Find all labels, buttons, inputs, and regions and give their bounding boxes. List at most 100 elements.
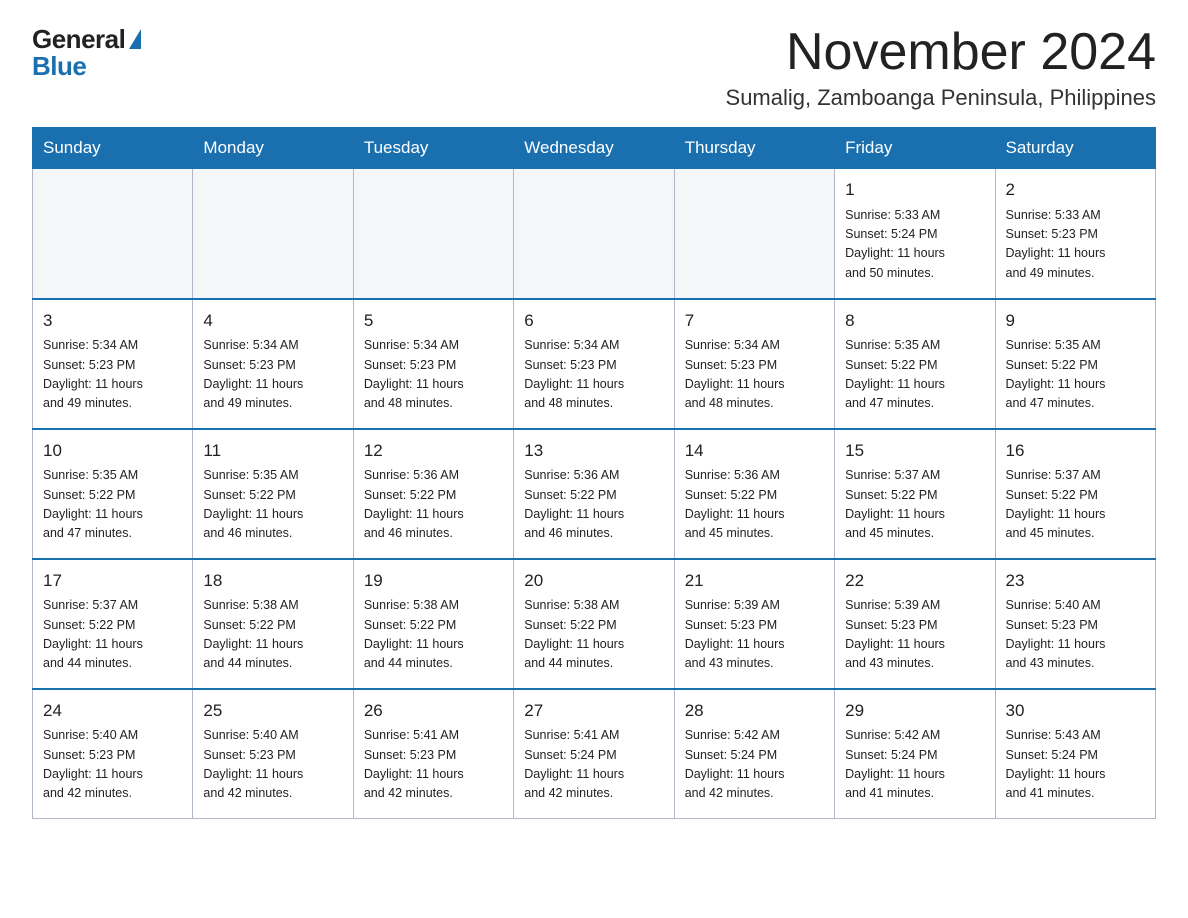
calendar-cell: 18Sunrise: 5:38 AM Sunset: 5:22 PM Dayli… (193, 559, 353, 689)
weekday-header-sunday: Sunday (33, 128, 193, 169)
day-info: Sunrise: 5:37 AM Sunset: 5:22 PM Dayligh… (1006, 466, 1145, 544)
calendar-cell: 8Sunrise: 5:35 AM Sunset: 5:22 PM Daylig… (835, 299, 995, 429)
day-number: 25 (203, 698, 342, 724)
day-info: Sunrise: 5:41 AM Sunset: 5:23 PM Dayligh… (364, 726, 503, 804)
day-number: 26 (364, 698, 503, 724)
calendar-table: SundayMondayTuesdayWednesdayThursdayFrid… (32, 127, 1156, 819)
day-info: Sunrise: 5:38 AM Sunset: 5:22 PM Dayligh… (203, 596, 342, 674)
logo: General Blue (32, 24, 141, 82)
day-info: Sunrise: 5:36 AM Sunset: 5:22 PM Dayligh… (685, 466, 824, 544)
weekday-header-tuesday: Tuesday (353, 128, 513, 169)
day-number: 7 (685, 308, 824, 334)
calendar-cell: 11Sunrise: 5:35 AM Sunset: 5:22 PM Dayli… (193, 429, 353, 559)
day-number: 4 (203, 308, 342, 334)
day-number: 17 (43, 568, 182, 594)
day-info: Sunrise: 5:43 AM Sunset: 5:24 PM Dayligh… (1006, 726, 1145, 804)
calendar-week-row: 3Sunrise: 5:34 AM Sunset: 5:23 PM Daylig… (33, 299, 1156, 429)
calendar-cell: 13Sunrise: 5:36 AM Sunset: 5:22 PM Dayli… (514, 429, 674, 559)
day-info: Sunrise: 5:34 AM Sunset: 5:23 PM Dayligh… (43, 336, 182, 414)
weekday-header-saturday: Saturday (995, 128, 1155, 169)
calendar-week-row: 24Sunrise: 5:40 AM Sunset: 5:23 PM Dayli… (33, 689, 1156, 819)
calendar-cell: 17Sunrise: 5:37 AM Sunset: 5:22 PM Dayli… (33, 559, 193, 689)
calendar-cell: 30Sunrise: 5:43 AM Sunset: 5:24 PM Dayli… (995, 689, 1155, 819)
day-info: Sunrise: 5:42 AM Sunset: 5:24 PM Dayligh… (845, 726, 984, 804)
day-number: 19 (364, 568, 503, 594)
day-number: 8 (845, 308, 984, 334)
calendar-cell: 28Sunrise: 5:42 AM Sunset: 5:24 PM Dayli… (674, 689, 834, 819)
weekday-header-friday: Friday (835, 128, 995, 169)
day-info: Sunrise: 5:34 AM Sunset: 5:23 PM Dayligh… (524, 336, 663, 414)
day-info: Sunrise: 5:33 AM Sunset: 5:24 PM Dayligh… (845, 206, 984, 284)
day-info: Sunrise: 5:34 AM Sunset: 5:23 PM Dayligh… (685, 336, 824, 414)
day-number: 13 (524, 438, 663, 464)
day-info: Sunrise: 5:38 AM Sunset: 5:22 PM Dayligh… (364, 596, 503, 674)
page-header: General Blue November 2024 Sumalig, Zamb… (32, 24, 1156, 111)
calendar-cell: 15Sunrise: 5:37 AM Sunset: 5:22 PM Dayli… (835, 429, 995, 559)
day-number: 15 (845, 438, 984, 464)
day-number: 23 (1006, 568, 1145, 594)
calendar-cell: 14Sunrise: 5:36 AM Sunset: 5:22 PM Dayli… (674, 429, 834, 559)
logo-triangle-icon (129, 29, 141, 49)
day-info: Sunrise: 5:37 AM Sunset: 5:22 PM Dayligh… (845, 466, 984, 544)
weekday-header-row: SundayMondayTuesdayWednesdayThursdayFrid… (33, 128, 1156, 169)
day-number: 30 (1006, 698, 1145, 724)
calendar-cell (33, 169, 193, 299)
weekday-header-monday: Monday (193, 128, 353, 169)
day-info: Sunrise: 5:40 AM Sunset: 5:23 PM Dayligh… (203, 726, 342, 804)
calendar-cell: 2 Sunrise: 5:33 AM Sunset: 5:23 PM Daylig… (995, 169, 1155, 299)
day-number: 24 (43, 698, 182, 724)
day-number: 3 (43, 308, 182, 334)
day-number: 20 (524, 568, 663, 594)
calendar-cell: 5Sunrise: 5:34 AM Sunset: 5:23 PM Daylig… (353, 299, 513, 429)
day-info: Sunrise: 5:34 AM Sunset: 5:23 PM Dayligh… (364, 336, 503, 414)
calendar-cell: 23Sunrise: 5:40 AM Sunset: 5:23 PM Dayli… (995, 559, 1155, 689)
calendar-cell: 12Sunrise: 5:36 AM Sunset: 5:22 PM Dayli… (353, 429, 513, 559)
day-info: Sunrise: 5:35 AM Sunset: 5:22 PM Dayligh… (1006, 336, 1145, 414)
calendar-cell: 27Sunrise: 5:41 AM Sunset: 5:24 PM Dayli… (514, 689, 674, 819)
calendar-cell (514, 169, 674, 299)
calendar-cell: 7Sunrise: 5:34 AM Sunset: 5:23 PM Daylig… (674, 299, 834, 429)
calendar-cell: 26Sunrise: 5:41 AM Sunset: 5:23 PM Dayli… (353, 689, 513, 819)
day-info: Sunrise: 5:35 AM Sunset: 5:22 PM Dayligh… (43, 466, 182, 544)
location-title: Sumalig, Zamboanga Peninsula, Philippine… (726, 85, 1156, 111)
calendar-cell: 19Sunrise: 5:38 AM Sunset: 5:22 PM Dayli… (353, 559, 513, 689)
logo-blue-text: Blue (32, 51, 86, 82)
day-info: Sunrise: 5:34 AM Sunset: 5:23 PM Dayligh… (203, 336, 342, 414)
day-number: 28 (685, 698, 824, 724)
day-info: Sunrise: 5:40 AM Sunset: 5:23 PM Dayligh… (43, 726, 182, 804)
day-info: Sunrise: 5:37 AM Sunset: 5:22 PM Dayligh… (43, 596, 182, 674)
calendar-cell: 29Sunrise: 5:42 AM Sunset: 5:24 PM Dayli… (835, 689, 995, 819)
day-number: 12 (364, 438, 503, 464)
day-info: Sunrise: 5:36 AM Sunset: 5:22 PM Dayligh… (364, 466, 503, 544)
calendar-cell: 9Sunrise: 5:35 AM Sunset: 5:22 PM Daylig… (995, 299, 1155, 429)
calendar-cell: 3Sunrise: 5:34 AM Sunset: 5:23 PM Daylig… (33, 299, 193, 429)
day-info: Sunrise: 5:42 AM Sunset: 5:24 PM Dayligh… (685, 726, 824, 804)
day-info: Sunrise: 5:40 AM Sunset: 5:23 PM Dayligh… (1006, 596, 1145, 674)
day-info: Sunrise: 5:33 AM Sunset: 5:23 PM Dayligh… (1006, 206, 1145, 284)
day-number: 16 (1006, 438, 1145, 464)
calendar-cell (674, 169, 834, 299)
calendar-cell: 6Sunrise: 5:34 AM Sunset: 5:23 PM Daylig… (514, 299, 674, 429)
day-number: 11 (203, 438, 342, 464)
calendar-week-row: 10Sunrise: 5:35 AM Sunset: 5:22 PM Dayli… (33, 429, 1156, 559)
day-info: Sunrise: 5:39 AM Sunset: 5:23 PM Dayligh… (685, 596, 824, 674)
calendar-cell (353, 169, 513, 299)
calendar-week-row: 17Sunrise: 5:37 AM Sunset: 5:22 PM Dayli… (33, 559, 1156, 689)
month-title: November 2024 (726, 24, 1156, 81)
day-number: 10 (43, 438, 182, 464)
weekday-header-thursday: Thursday (674, 128, 834, 169)
day-number: 1 (845, 177, 984, 203)
day-number: 2 (1006, 177, 1145, 203)
day-number: 6 (524, 308, 663, 334)
title-block: November 2024 Sumalig, Zamboanga Peninsu… (726, 24, 1156, 111)
day-info: Sunrise: 5:39 AM Sunset: 5:23 PM Dayligh… (845, 596, 984, 674)
calendar-cell: 16Sunrise: 5:37 AM Sunset: 5:22 PM Dayli… (995, 429, 1155, 559)
day-number: 22 (845, 568, 984, 594)
weekday-header-wednesday: Wednesday (514, 128, 674, 169)
day-number: 29 (845, 698, 984, 724)
calendar-cell: 1 Sunrise: 5:33 AM Sunset: 5:24 PM Daylig… (835, 169, 995, 299)
day-number: 27 (524, 698, 663, 724)
calendar-cell: 10Sunrise: 5:35 AM Sunset: 5:22 PM Dayli… (33, 429, 193, 559)
calendar-cell: 20Sunrise: 5:38 AM Sunset: 5:22 PM Dayli… (514, 559, 674, 689)
calendar-cell: 24Sunrise: 5:40 AM Sunset: 5:23 PM Dayli… (33, 689, 193, 819)
